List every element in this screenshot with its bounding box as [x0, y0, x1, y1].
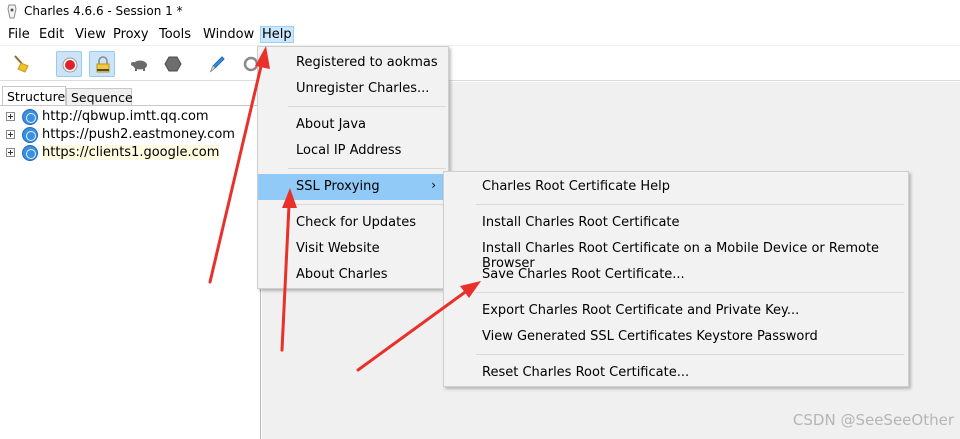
ssl-proxying-submenu: Charles Root Certificate Help Install Ch… [443, 171, 909, 387]
tree-row[interactable]: http://qbwup.imtt.qq.com [0, 108, 261, 126]
menu-item-install-root-cert[interactable]: Install Charles Root Certificate [444, 211, 908, 235]
menu-item-save-root-cert[interactable]: Save Charles Root Certificate... [444, 263, 908, 287]
breakpoints-button[interactable] [160, 51, 186, 77]
help-menu: Registered to aokmas Unregister Charles.… [257, 46, 449, 289]
tab-sequence[interactable]: Sequence [66, 88, 133, 106]
throttle-turtle-icon [131, 60, 147, 71]
menu-item-local-ip[interactable]: Local IP Address [258, 139, 448, 163]
menu-item-view-keystore-password[interactable]: View Generated SSL Certificates Keystore… [444, 325, 908, 349]
host-label: https://clients1.google.com [42, 145, 220, 160]
breakpoint-hexagon-icon [164, 56, 182, 72]
menu-item-label: Visit Website [296, 241, 380, 256]
broom-icon [14, 55, 29, 73]
menu-item-root-cert-help[interactable]: Charles Root Certificate Help [444, 175, 908, 199]
tree-row[interactable]: https://push2.eastmoney.com [0, 126, 261, 144]
menu-separator [476, 354, 904, 355]
charles-app-icon [7, 4, 17, 19]
menu-item-label: SSL Proxying [296, 179, 380, 194]
ssl-proxying-button[interactable] [89, 51, 115, 77]
menu-item-label: About Charles [296, 267, 388, 282]
menu-item-about-java[interactable]: About Java [258, 113, 448, 137]
menu-item-visit-website[interactable]: Visit Website [258, 237, 448, 261]
window-title: Charles 4.6.6 - Session 1 * [24, 4, 183, 18]
menu-item-label: Charles Root Certificate Help [482, 179, 671, 194]
menu-item-label: About Java [296, 117, 367, 132]
menu-item-ssl-proxying[interactable]: SSL Proxying › [258, 174, 448, 200]
menu-item-unregister[interactable]: Unregister Charles... [258, 77, 448, 101]
menu-item-install-root-cert-mobile[interactable]: Install Charles Root Certificate on a Mo… [444, 237, 908, 271]
menu-tools[interactable]: Tools [158, 27, 192, 42]
menu-help[interactable]: Help [260, 26, 294, 43]
menu-separator [288, 106, 446, 107]
globe-icon [22, 127, 38, 143]
tab-structure[interactable]: Structure [2, 86, 66, 106]
menu-separator [288, 168, 446, 169]
menu-view[interactable]: View [74, 27, 107, 42]
menu-window[interactable]: Window [202, 27, 255, 42]
menu-item-label: Unregister Charles... [296, 81, 430, 96]
menu-item-export-root-cert[interactable]: Export Charles Root Certificate and Priv… [444, 299, 908, 323]
tab-divider [0, 105, 261, 106]
menu-separator [476, 204, 904, 205]
globe-icon [22, 109, 38, 125]
compose-button[interactable] [204, 51, 230, 77]
expand-icon[interactable] [6, 112, 15, 121]
menu-item-registered[interactable]: Registered to aokmas [258, 51, 448, 75]
menu-bar: File Edit View Proxy Tools Window Help [0, 24, 960, 46]
menu-proxy[interactable]: Proxy [112, 27, 150, 42]
menu-item-reset-root-cert[interactable]: Reset Charles Root Certificate... [444, 361, 908, 385]
throttling-button[interactable] [127, 51, 153, 77]
menu-edit[interactable]: Edit [38, 27, 65, 42]
menu-separator [288, 204, 446, 205]
structure-pane: Structure Sequence http://qbwup.imtt.qq.… [0, 82, 261, 439]
menu-file[interactable]: File [7, 27, 31, 42]
menu-item-label: Save Charles Root Certificate... [482, 267, 685, 282]
toolbar [0, 47, 960, 81]
tree-row[interactable]: https://clients1.google.com [0, 144, 261, 162]
menu-item-label: Reset Charles Root Certificate... [482, 365, 690, 380]
menu-item-label: Registered to aokmas [296, 55, 438, 70]
compose-pen-icon [209, 56, 225, 73]
record-button[interactable] [56, 51, 82, 77]
expand-icon[interactable] [6, 130, 15, 139]
submenu-arrow-icon: › [431, 178, 436, 192]
menu-item-label: Local IP Address [296, 143, 402, 158]
ssl-lock-icon [96, 56, 110, 73]
expand-icon[interactable] [6, 148, 15, 157]
globe-icon [22, 145, 38, 161]
menu-item-label: View Generated SSL Certificates Keystore… [482, 329, 818, 344]
clear-session-button[interactable] [8, 51, 34, 77]
host-label: http://qbwup.imtt.qq.com [42, 109, 209, 124]
menu-item-label: Export Charles Root Certificate and Priv… [482, 303, 800, 318]
menu-item-check-updates[interactable]: Check for Updates [258, 211, 448, 235]
menu-item-label: Install Charles Root Certificate [482, 215, 680, 230]
title-bar: Charles 4.6.6 - Session 1 * [0, 0, 960, 24]
record-icon [62, 57, 78, 73]
menu-item-about-charles[interactable]: About Charles [258, 263, 448, 287]
menu-separator [476, 292, 904, 293]
host-label: https://push2.eastmoney.com [42, 127, 235, 142]
menu-item-label: Check for Updates [296, 215, 416, 230]
watermark: CSDN @SeeSeeOther [792, 411, 954, 429]
